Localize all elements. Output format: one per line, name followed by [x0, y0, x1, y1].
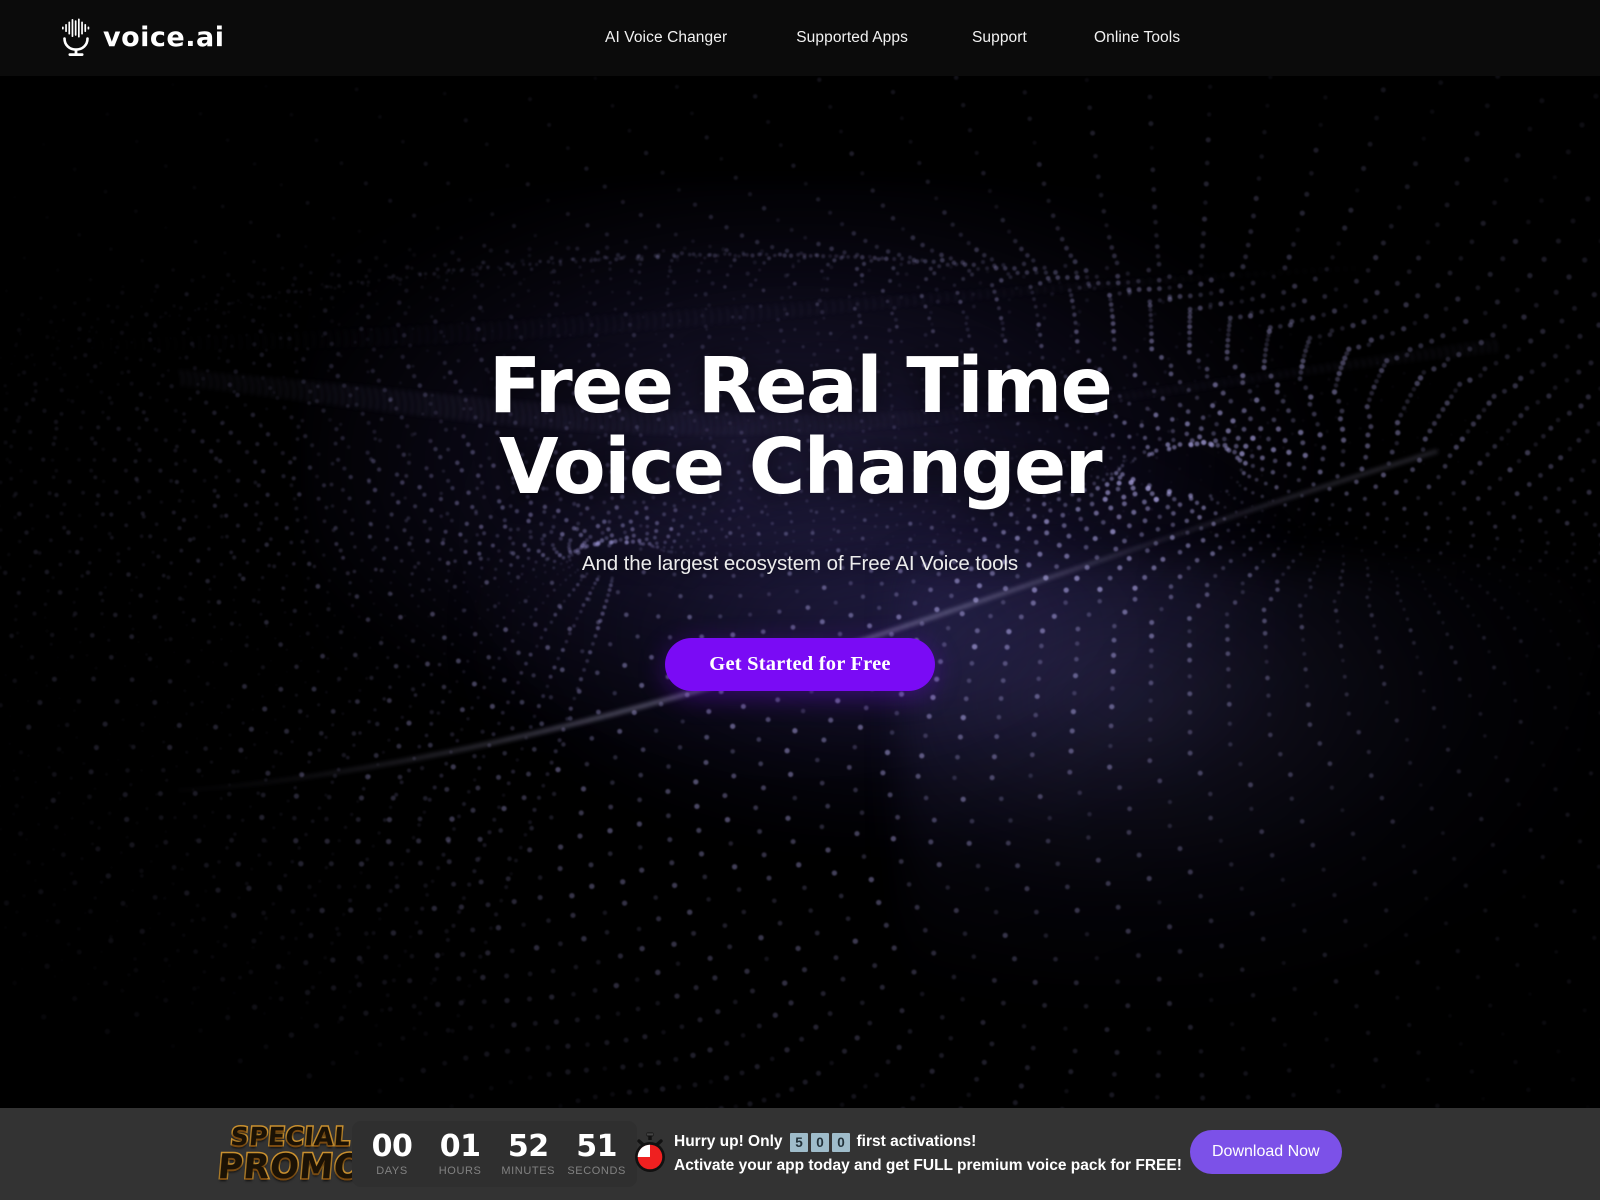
activation-digit-1: 5 — [790, 1132, 809, 1152]
countdown-timer: 00 DAYS 01 HOURS 52 MINUTES 51 SECONDS — [352, 1121, 637, 1187]
logo-wordmark: voice.ai — [103, 21, 225, 53]
promo-message-suffix: first activations! — [856, 1133, 977, 1150]
countdown-minutes-label: MINUTES — [501, 1165, 556, 1177]
logo[interactable]: voice.ai — [58, 17, 224, 57]
activation-digit-2: 0 — [811, 1132, 830, 1152]
countdown-seconds-value: 51 — [576, 1129, 617, 1164]
page-root: Free Real Time Voice Changer And the lar… — [0, 0, 1600, 1200]
countdown-days-label: DAYS — [376, 1165, 408, 1177]
promo-message: Hurry up! Only 5 0 0 first activations! … — [674, 1130, 1194, 1178]
activation-digit-3: 0 — [832, 1132, 851, 1152]
promo-badge-line-1: Special — [228, 1121, 353, 1153]
countdown-minutes-value: 52 — [507, 1129, 549, 1164]
microphone-waveform-icon — [62, 18, 90, 56]
page-title: Free Real Time Voice Changer — [489, 346, 1113, 508]
stopwatch-icon — [635, 1132, 665, 1172]
countdown-unit-minutes: 52 MINUTES — [499, 1131, 557, 1177]
nav-item-supported-apps[interactable]: Supported Apps — [796, 29, 908, 47]
promo-badge-line-2: Promo — [215, 1146, 367, 1189]
main-navigation: AI Voice Changer Supported Apps Support … — [605, 0, 1180, 76]
countdown-unit-seconds: 51 SECONDS — [567, 1131, 626, 1177]
countdown-hours-value: 01 — [439, 1129, 481, 1164]
hero-title-line-2: Voice Changer — [499, 422, 1103, 512]
hero-title-line-1: Free Real Time — [488, 341, 1113, 431]
countdown-hours-label: HOURS — [438, 1165, 482, 1177]
hero-subtitle: And the largest ecosystem of Free AI Voi… — [581, 551, 1019, 575]
promo-bar: Special Promo 00 DAYS 01 HOURS 52 MINUTE… — [0, 1108, 1600, 1200]
nav-item-ai-voice-changer[interactable]: AI Voice Changer — [605, 29, 727, 47]
nav-item-support[interactable]: Support — [972, 29, 1027, 47]
promo-message-line-1: Hurry up! Only 5 0 0 first activations! — [674, 1130, 1194, 1154]
get-started-button[interactable]: Get Started for Free — [665, 637, 935, 691]
countdown-unit-hours: 01 HOURS — [431, 1131, 489, 1177]
countdown-seconds-label: SECONDS — [567, 1165, 626, 1177]
special-promo-badge: Special Promo — [215, 1114, 367, 1194]
promo-message-prefix: Hurry up! Only — [674, 1133, 783, 1150]
hero-section: Free Real Time Voice Changer And the lar… — [0, 0, 1600, 1108]
countdown-unit-days: 00 DAYS — [363, 1131, 421, 1177]
promo-message-line-2: Activate your app today and get FULL pre… — [674, 1157, 1182, 1174]
download-now-button[interactable]: Download Now — [1190, 1130, 1342, 1174]
site-header: voice.ai AI Voice Changer Supported Apps… — [0, 0, 1600, 76]
nav-item-online-tools[interactable]: Online Tools — [1094, 29, 1180, 47]
countdown-days-value: 00 — [371, 1129, 413, 1164]
